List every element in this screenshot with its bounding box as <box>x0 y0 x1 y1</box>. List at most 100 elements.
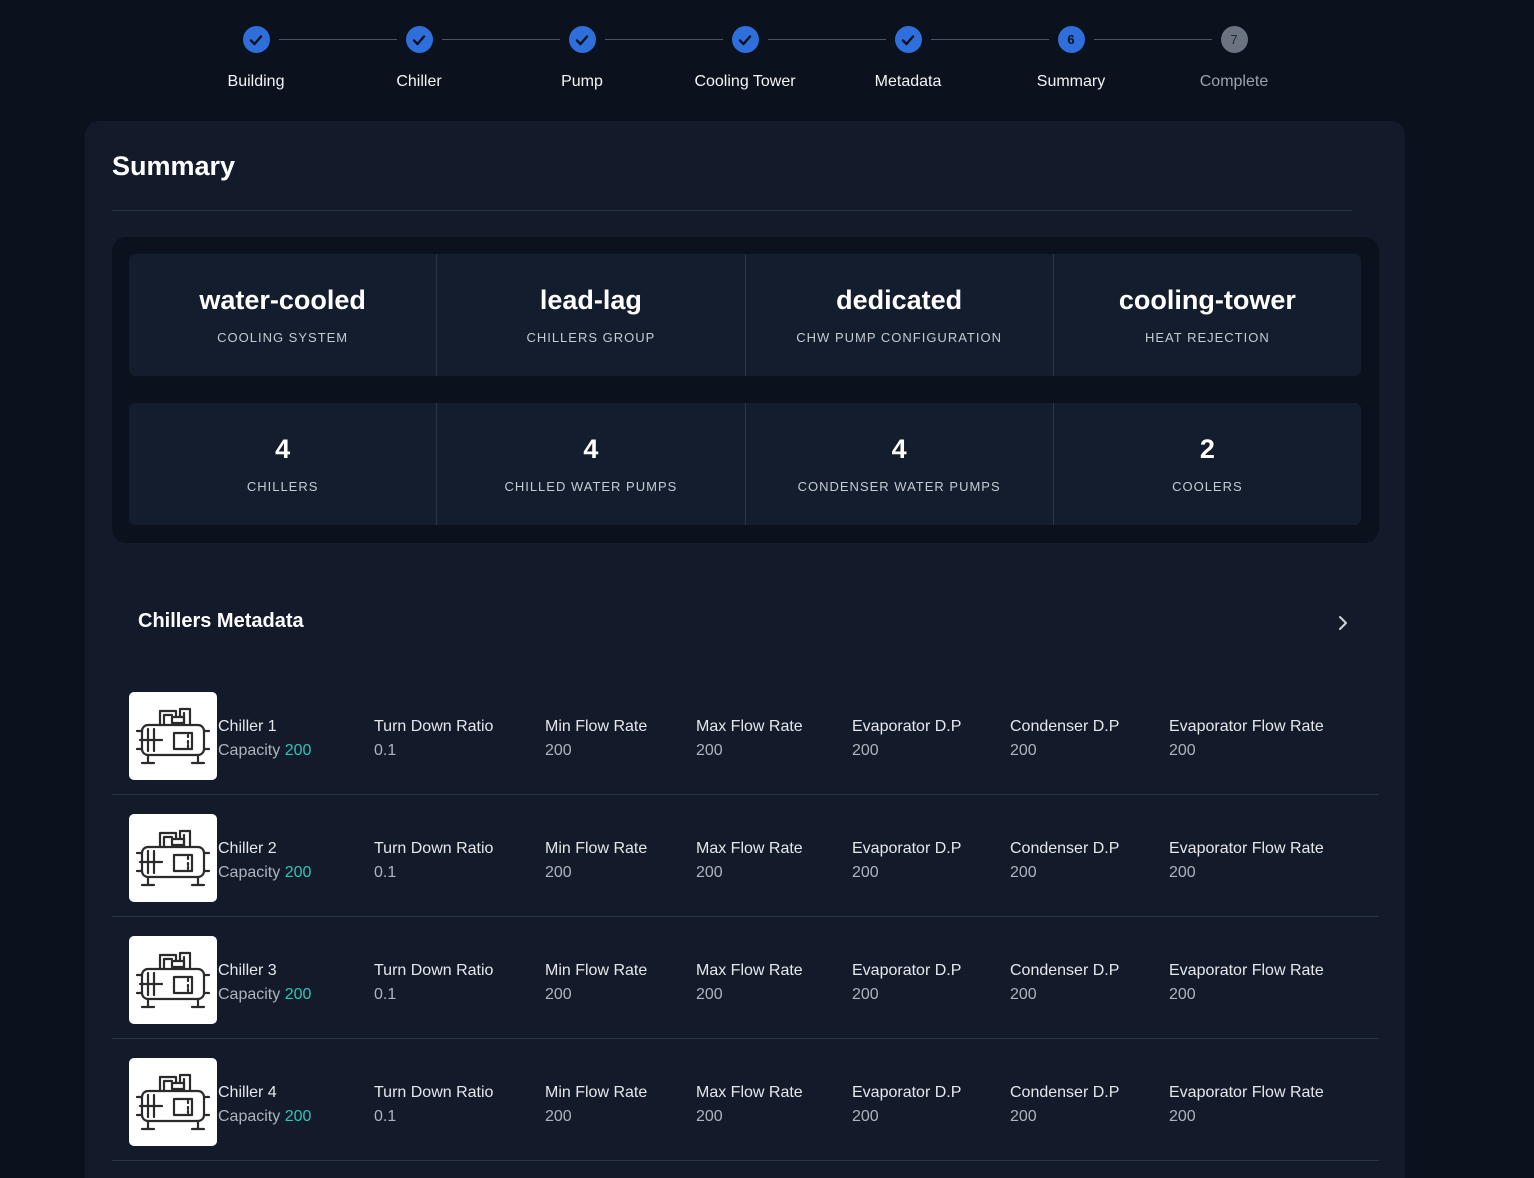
chiller-name: Chiller 4 <box>218 1084 277 1101</box>
step-circle <box>568 26 596 53</box>
field-label: Condenser D.P <box>1010 718 1120 735</box>
chillers-metadata-header[interactable]: Chillers Metadata <box>112 597 1379 647</box>
field-value: 200 <box>1169 986 1196 1003</box>
turn-down-ratio-cell: Turn Down Ratio 0.1 <box>374 959 493 1007</box>
step-circle <box>242 26 270 53</box>
field-value: 200 <box>696 1108 723 1125</box>
min-flow-rate-cell: Min Flow Rate 200 <box>545 837 647 885</box>
field-value: 200 <box>852 986 879 1003</box>
field-value: 0.1 <box>374 742 397 759</box>
step-label: Complete <box>1199 73 1269 90</box>
chiller-name: Chiller 1 <box>218 718 277 735</box>
field-value: 0.1 <box>374 1108 397 1125</box>
chiller-icon <box>135 829 211 887</box>
capacity-label: Capacity <box>218 1108 281 1125</box>
chiller-row[interactable]: Chiller 3 Capacity 200 Turn Down Ratio 0… <box>112 917 1379 1039</box>
step-pump[interactable]: Pump <box>522 26 642 91</box>
capacity-value: 200 <box>284 864 312 881</box>
chiller-capacity: Capacity 200 <box>218 861 311 885</box>
field-label: Evaporator Flow Rate <box>1169 840 1324 857</box>
field-label: Min Flow Rate <box>545 718 648 735</box>
stat-chw-pump-configuration: dedicated CHW PUMP CONFIGURATION <box>746 254 1054 376</box>
capacity-label: Capacity <box>218 986 281 1003</box>
stat-chillers: 4 CHILLERS <box>129 403 438 525</box>
stat-label: CHILLED WATER PUMPS <box>504 479 678 494</box>
turn-down-ratio-cell: Turn Down Ratio 0.1 <box>374 715 493 763</box>
stat-value: water-cooled <box>199 285 366 315</box>
field-value: 200 <box>696 742 723 759</box>
field-label: Evaporator Flow Rate <box>1169 1084 1324 1101</box>
turn-down-ratio-cell: Turn Down Ratio 0.1 <box>374 837 493 885</box>
chiller-icon <box>135 1073 211 1131</box>
field-value: 200 <box>852 864 879 881</box>
stat-condenser-water-pumps: 4 CONDENSER WATER PUMPS <box>746 403 1054 525</box>
field-label: Max Flow Rate <box>696 840 803 857</box>
evaporator-dp-cell: Evaporator D.P 200 <box>852 959 961 1007</box>
check-icon <box>575 34 589 45</box>
chiller-row[interactable]: Chiller 1 Capacity 200 Turn Down Ratio 0… <box>112 673 1379 795</box>
progress-stepper: Building Chiller Pump Cooling Tower Meta… <box>0 0 1534 110</box>
field-value: 200 <box>1010 864 1037 881</box>
evaporator-flow-rate-cell: Evaporator Flow Rate 200 <box>1169 715 1324 763</box>
field-value: 200 <box>1010 1108 1037 1125</box>
chiller-capacity: Capacity 200 <box>218 739 311 763</box>
step-complete[interactable]: 7 Complete <box>1174 26 1294 91</box>
step-summary[interactable]: 6 Summary <box>1011 26 1131 91</box>
max-flow-rate-cell: Max Flow Rate 200 <box>696 1081 803 1129</box>
field-label: Min Flow Rate <box>545 1084 648 1101</box>
field-value: 200 <box>545 864 572 881</box>
evaporator-dp-cell: Evaporator D.P 200 <box>852 837 961 885</box>
stat-value: lead-lag <box>539 285 642 315</box>
field-value: 200 <box>1010 986 1037 1003</box>
evaporator-dp-cell: Evaporator D.P 200 <box>852 715 961 763</box>
field-label: Evaporator D.P <box>852 718 962 735</box>
field-value: 200 <box>696 864 723 881</box>
chiller-capacity: Capacity 200 <box>218 1105 311 1129</box>
capacity-value: 200 <box>284 742 312 759</box>
field-value: 200 <box>696 986 723 1003</box>
condenser-dp-cell: Condenser D.P 200 <box>1010 837 1119 885</box>
condenser-dp-cell: Condenser D.P 200 <box>1010 715 1119 763</box>
field-value: 200 <box>545 986 572 1003</box>
evaporator-dp-cell: Evaporator D.P 200 <box>852 1081 961 1129</box>
count-stats-row: 4 CHILLERS 4 CHILLED WATER PUMPS 4 CONDE… <box>129 403 1361 525</box>
chiller-row[interactable]: Chiller 2 Capacity 200 Turn Down Ratio 0… <box>112 795 1379 917</box>
chiller-row[interactable]: Chiller 4 Capacity 200 Turn Down Ratio 0… <box>112 1039 1379 1161</box>
field-label: Evaporator D.P <box>852 1084 962 1101</box>
field-label: Evaporator Flow Rate <box>1169 718 1324 735</box>
stat-value: dedicated <box>836 285 963 315</box>
step-number: 6 <box>1057 26 1085 53</box>
field-label: Turn Down Ratio <box>374 718 494 735</box>
chiller-name-cell: Chiller 1 Capacity 200 <box>218 715 311 763</box>
field-value: 0.1 <box>374 864 397 881</box>
field-value: 200 <box>852 1108 879 1125</box>
step-metadata[interactable]: Metadata <box>848 26 968 91</box>
field-label: Condenser D.P <box>1010 962 1120 979</box>
field-value: 200 <box>545 1108 572 1125</box>
max-flow-rate-cell: Max Flow Rate 200 <box>696 837 803 885</box>
check-icon <box>249 34 263 45</box>
step-label: Pump <box>561 73 603 90</box>
capacity-value: 200 <box>284 1108 312 1125</box>
capacity-label: Capacity <box>218 864 281 881</box>
check-icon <box>738 34 752 45</box>
field-value: 200 <box>1169 864 1196 881</box>
field-label: Turn Down Ratio <box>374 962 494 979</box>
field-label: Evaporator Flow Rate <box>1169 962 1324 979</box>
chevron-right-icon[interactable] <box>1331 611 1355 635</box>
stat-cooling-system: water-cooled COOLING SYSTEM <box>129 254 438 376</box>
step-cooling-tower[interactable]: Cooling Tower <box>685 26 805 91</box>
step-circle <box>894 26 922 53</box>
stat-value: 4 <box>891 434 907 464</box>
step-label: Building <box>227 73 285 90</box>
field-value: 200 <box>852 742 879 759</box>
step-chiller[interactable]: Chiller <box>359 26 479 91</box>
chiller-image <box>129 936 217 1024</box>
chiller-icon <box>135 707 211 765</box>
capacity-label: Capacity <box>218 742 281 759</box>
step-building[interactable]: Building <box>196 26 316 91</box>
stat-label: CONDENSER WATER PUMPS <box>797 479 1001 494</box>
summary-card: Summary water-cooled COOLING SYSTEM lead… <box>85 121 1405 1178</box>
stat-value: 4 <box>583 434 599 464</box>
stat-label: CHILLERS GROUP <box>526 330 656 345</box>
